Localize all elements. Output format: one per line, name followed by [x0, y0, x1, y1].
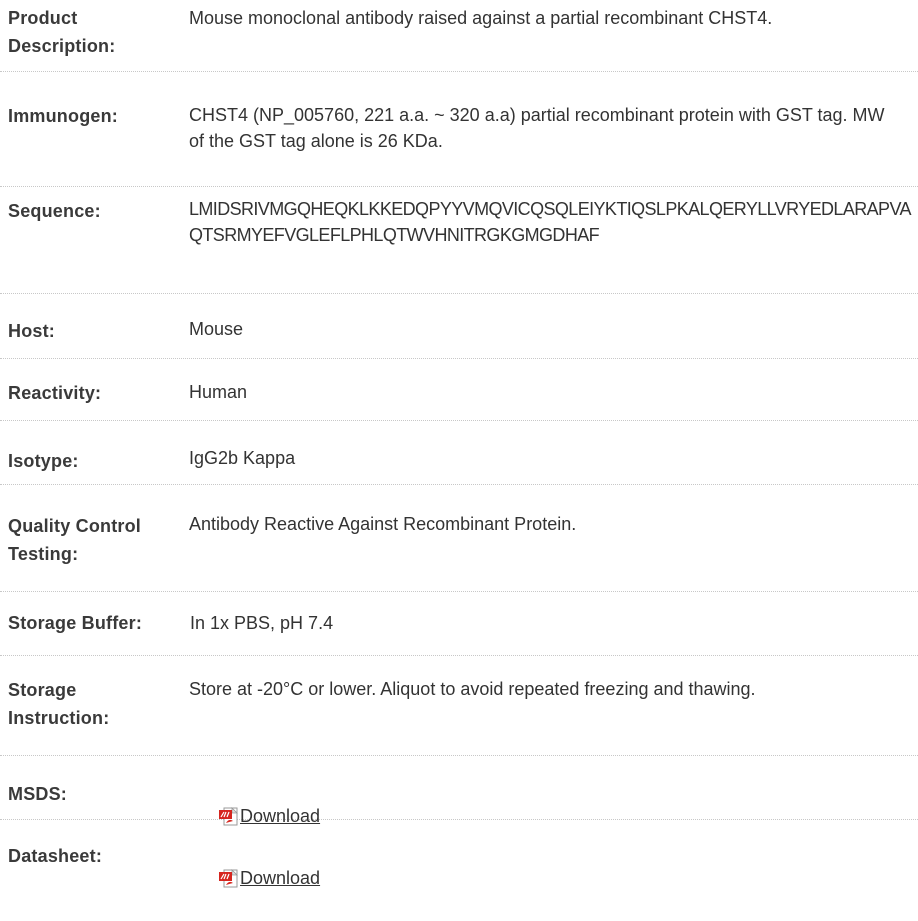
spec-row-isotype: Isotype: IgG2b Kappa	[0, 421, 918, 485]
spec-label: Isotype:	[8, 451, 79, 471]
spec-row-storage-instruction: Storage Instruction: Store at -20°C or l…	[0, 656, 918, 756]
spec-label: Immunogen:	[8, 106, 118, 126]
datasheet-download-link[interactable]: Download	[240, 865, 320, 891]
spec-row-sequence: Sequence: LMIDSRIVMGQHEQKLKKEDQPYYVMQVIC…	[0, 187, 918, 294]
spec-label: Storage Instruction:	[8, 680, 110, 728]
spec-label: Storage Buffer:	[8, 613, 143, 633]
spec-row-quality-control: Quality Control Testing: Antibody Reacti…	[0, 485, 918, 592]
spec-value: Antibody Reactive Against Recombinant Pr…	[189, 514, 577, 534]
spec-value: CHST4 (NP_005760, 221 a.a. ~ 320 a.a) pa…	[189, 105, 890, 151]
spec-value: Store at -20°C or lower. Aliquot to avoi…	[189, 679, 756, 699]
spec-value: LMIDSRIVMGQHEQKLKKEDQPYYVMQVICQSQLEIYKTI…	[189, 199, 912, 245]
spec-row-reactivity: Reactivity: Human	[0, 359, 918, 421]
spec-label: Datasheet:	[8, 846, 103, 866]
spec-row-datasheet: Datasheet: Download	[0, 820, 918, 888]
spec-label: Sequence:	[8, 201, 101, 221]
spec-value: Mouse monoclonal antibody raised against…	[189, 8, 773, 28]
spec-label: MSDS:	[8, 784, 67, 804]
spec-value: Mouse	[189, 319, 244, 339]
spec-row-product-description: Product Description: Mouse monoclonal an…	[0, 0, 918, 72]
spec-label: Product Description:	[8, 8, 116, 56]
spec-label: Host:	[8, 321, 55, 341]
spec-value: IgG2b Kappa	[189, 448, 296, 468]
pdf-icon	[219, 869, 238, 888]
spec-label: Reactivity:	[8, 383, 102, 403]
spec-value: Download	[189, 839, 911, 921]
spec-row-host: Host: Mouse	[0, 294, 918, 359]
spec-label: Quality Control Testing:	[8, 516, 141, 564]
datasheet-download[interactable]: Download	[219, 865, 320, 891]
spec-value: In 1x PBS, pH 7.4	[190, 613, 334, 633]
spec-row-immunogen: Immunogen: CHST4 (NP_005760, 221 a.a. ~ …	[0, 72, 918, 187]
spec-value: Human	[189, 382, 248, 402]
spec-row-msds: MSDS: Download	[0, 756, 918, 826]
spec-row-storage-buffer: Storage Buffer: In 1x PBS, pH 7.4	[0, 592, 918, 656]
